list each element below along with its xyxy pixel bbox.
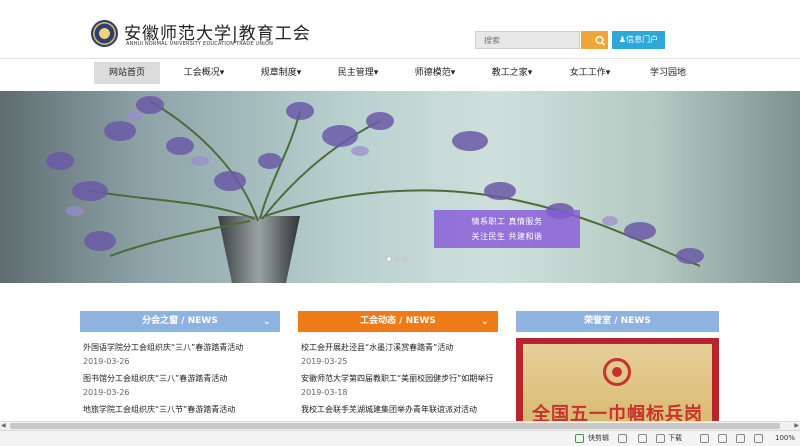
union-news-title: 工会动态 / NEWS	[360, 316, 436, 326]
info-portal-label: 信息门户	[626, 35, 659, 44]
nav-item-staff-home[interactable]: 教工之家▾	[480, 62, 544, 84]
branch-news-header[interactable]: 分会之窗 / NEWS ⌄	[80, 311, 280, 332]
honor-plaque-image[interactable]: 全国五一巾帼标兵岗	[516, 338, 719, 428]
slide-dot-1[interactable]	[386, 256, 392, 262]
slide-dot-2[interactable]	[394, 256, 400, 262]
list-item-date: 2019-03-26	[83, 357, 130, 366]
scroll-right-arrow-icon[interactable]: ▶	[794, 422, 799, 429]
browser-tool-icon[interactable]	[736, 434, 745, 443]
union-news-header[interactable]: 工会动态 / NEWS ⌄	[298, 311, 498, 332]
scrollbar-thumb[interactable]	[10, 423, 780, 429]
banner-caption[interactable]: 情系职工 真情服务 关注民生 共建和谐	[434, 210, 580, 248]
download-icon[interactable]	[656, 434, 665, 443]
university-seal-icon	[91, 20, 118, 47]
list-item[interactable]: 安徽师范大学第四届教职工“美丽校园健步行”如期举行	[301, 373, 493, 384]
list-item[interactable]: 地旅学院工会组织庆“三八节”春游踏青活动	[83, 404, 235, 415]
volume-icon[interactable]	[754, 434, 763, 443]
user-icon: ♟	[618, 35, 627, 44]
banner-caption-line1: 情系职工 真情服务	[471, 217, 543, 226]
nav-item-study[interactable]: 学习园地	[636, 62, 700, 84]
honor-room-header[interactable]: 荣誉室 / NEWS	[516, 311, 719, 332]
branch-news-title: 分会之窗 / NEWS	[142, 316, 218, 326]
banner-caption-line2: 关注民生 共建和谐	[471, 232, 543, 241]
list-item-date: 2019-03-18	[301, 388, 348, 397]
list-item-date: 2019-03-25	[301, 357, 348, 366]
quick-clip-button[interactable]: 快剪辑	[588, 433, 609, 444]
list-item[interactable]: 校工会开展赴泾县“水墨汀溪赏春踏青”活动	[301, 342, 453, 353]
site-header: 安徽师范大学|教育工会 ANHUI NORMAL UNIVERSITY EDUC…	[0, 0, 800, 58]
union-emblem-icon	[603, 358, 631, 386]
browser-status-bar: 快剪辑 下载 100%	[0, 430, 800, 446]
slide-dot-3[interactable]	[402, 256, 408, 262]
hero-banner[interactable]	[0, 91, 800, 283]
search-button[interactable]	[581, 31, 608, 49]
download-button[interactable]: 下载	[668, 433, 682, 444]
chevron-down-icon: ⌄	[262, 316, 271, 327]
nav-item-overview[interactable]: 工会概况▾	[172, 62, 236, 84]
search-icon	[595, 35, 606, 46]
browser-tool-icon[interactable]	[718, 434, 727, 443]
scroll-left-arrow-icon[interactable]: ◀	[1, 422, 6, 429]
play-icon[interactable]	[575, 434, 584, 443]
list-item[interactable]: 外国语学院分工会组织庆“三八”春游踏青活动	[83, 342, 243, 353]
honor-plaque-board: 全国五一巾帼标兵岗	[523, 344, 712, 428]
list-item[interactable]: 我校工会联手芜湖城建集团举办青年联谊派对活动	[301, 404, 477, 415]
nav-item-home[interactable]: 网站首页	[94, 62, 160, 84]
main-nav: 网站首页 工会概况▾ 规章制度▾ 民主管理▾ 师德模范▾ 教工之家▾ 女工工作▾…	[0, 58, 800, 91]
nav-item-role-models[interactable]: 师德模范▾	[403, 62, 467, 84]
zoom-level[interactable]: 100%	[775, 433, 795, 444]
list-item[interactable]: 图书馆分工会组织庆“三八”春游踏青活动	[83, 373, 227, 384]
nav-item-regulations[interactable]: 规章制度▾	[249, 62, 313, 84]
flower-vase-illustration	[46, 96, 704, 283]
list-item-date: 2019-03-26	[83, 388, 130, 397]
info-portal-button[interactable]: ♟信息门户	[612, 31, 665, 49]
browser-tool-icon[interactable]	[638, 434, 647, 443]
nav-item-women-work[interactable]: 女工工作▾	[558, 62, 622, 84]
honor-room-title: 荣誉室 / NEWS	[584, 316, 651, 326]
browser-tool-icon[interactable]	[700, 434, 709, 443]
nav-item-democratic-management[interactable]: 民主管理▾	[326, 62, 390, 84]
browser-tool-icon[interactable]	[618, 434, 627, 443]
chevron-down-icon: ⌄	[480, 316, 489, 327]
site-logo-subtitle: ANHUI NORMAL UNIVERSITY EDUCATION TRADE …	[126, 41, 274, 47]
search-input[interactable]	[475, 31, 580, 49]
